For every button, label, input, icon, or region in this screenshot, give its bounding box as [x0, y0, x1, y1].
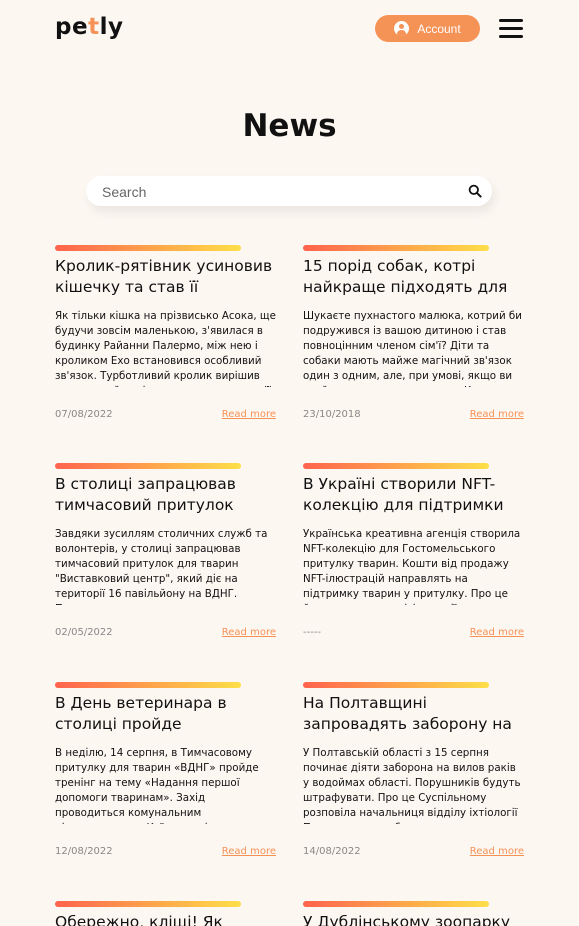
burger-line	[499, 35, 523, 38]
burger-line	[499, 19, 523, 22]
card-accent-bar	[55, 463, 241, 469]
news-title: На Полтавщині запровадять заборону на ви…	[303, 694, 512, 733]
logo-post: ly	[99, 14, 124, 40]
account-label: Account	[417, 21, 461, 36]
news-card: В День ветеринара в столиці пройде В нед…	[55, 682, 276, 882]
burger-line	[499, 27, 523, 30]
search-icon[interactable]	[468, 184, 482, 198]
search-input[interactable]	[100, 176, 464, 208]
news-date: 07/08/2022	[55, 409, 113, 420]
news-text: В неділю, 14 серпня, в Тимчасовому приту…	[55, 747, 259, 824]
news-date: 14/08/2022	[303, 846, 361, 857]
news-title: В столиці запрацював тимчасовий притулок	[55, 475, 236, 514]
news-date: -----	[303, 627, 322, 638]
card-accent-bar	[303, 682, 489, 688]
card-accent-bar	[55, 682, 241, 688]
news-card: На Полтавщині запровадять заборону на ви…	[303, 682, 524, 882]
read-more-link[interactable]: Read more	[470, 846, 524, 857]
card-accent-bar	[303, 463, 489, 469]
card-accent-bar	[303, 245, 489, 251]
logo[interactable]: petly	[55, 14, 123, 40]
news-date: 23/10/2018	[303, 409, 361, 420]
search-bar	[86, 176, 492, 208]
news-title: Кролик-рятівник усиновив кішечку та став…	[55, 257, 273, 296]
news-text: Українська креативна агенція створила NF…	[303, 528, 521, 605]
page-title: News	[242, 108, 337, 144]
logo-pre: pe	[55, 14, 89, 40]
account-button[interactable]: Account	[375, 15, 480, 42]
read-more-link[interactable]: Read more	[222, 627, 276, 638]
read-more-link[interactable]: Read more	[222, 409, 276, 420]
news-card: В Україні створили NFT-колекцію для підт…	[303, 463, 524, 663]
news-date: 02/05/2022	[55, 627, 113, 638]
news-text: Шукаєте пухнастого малюка, котрий би под…	[303, 310, 522, 387]
news-title: В День ветеринара в столиці пройде	[55, 694, 227, 733]
burger-menu-icon[interactable]	[499, 17, 523, 39]
news-text: Як тільки кішка на прізвисько Асока, ще …	[55, 310, 276, 387]
news-title: В Україні створили NFT-колекцію для підт…	[303, 475, 504, 514]
news-card: 15 порід собак, котрі найкраще підходять…	[303, 245, 524, 445]
news-title: 15 порід собак, котрі найкраще підходять…	[303, 257, 508, 296]
news-text: У Полтавській області з 15 серпня почина…	[303, 747, 521, 824]
news-date: 12/08/2022	[55, 846, 113, 857]
news-text: Завдяки зусиллям столичних служб та воло…	[55, 528, 268, 605]
header: petly Account	[0, 0, 579, 60]
read-more-link[interactable]: Read more	[470, 627, 524, 638]
read-more-link[interactable]: Read more	[222, 846, 276, 857]
news-card: Кролик-рятівник усиновив кішечку та став…	[55, 245, 276, 445]
news-card: У Дублінському зоопарку	[303, 901, 524, 926]
news-card: В столиці запрацював тимчасовий притулок…	[55, 463, 276, 663]
card-accent-bar	[55, 901, 241, 907]
card-accent-bar	[303, 901, 489, 907]
news-title: У Дублінському зоопарку	[303, 913, 511, 926]
read-more-link[interactable]: Read more	[470, 409, 524, 420]
user-circle-icon	[394, 21, 410, 36]
news-title: Обережно, кліщі! Як	[55, 913, 223, 926]
news-card: Обережно, кліщі! Як	[55, 901, 276, 926]
logo-accent: t	[88, 14, 100, 40]
card-accent-bar	[55, 245, 241, 251]
